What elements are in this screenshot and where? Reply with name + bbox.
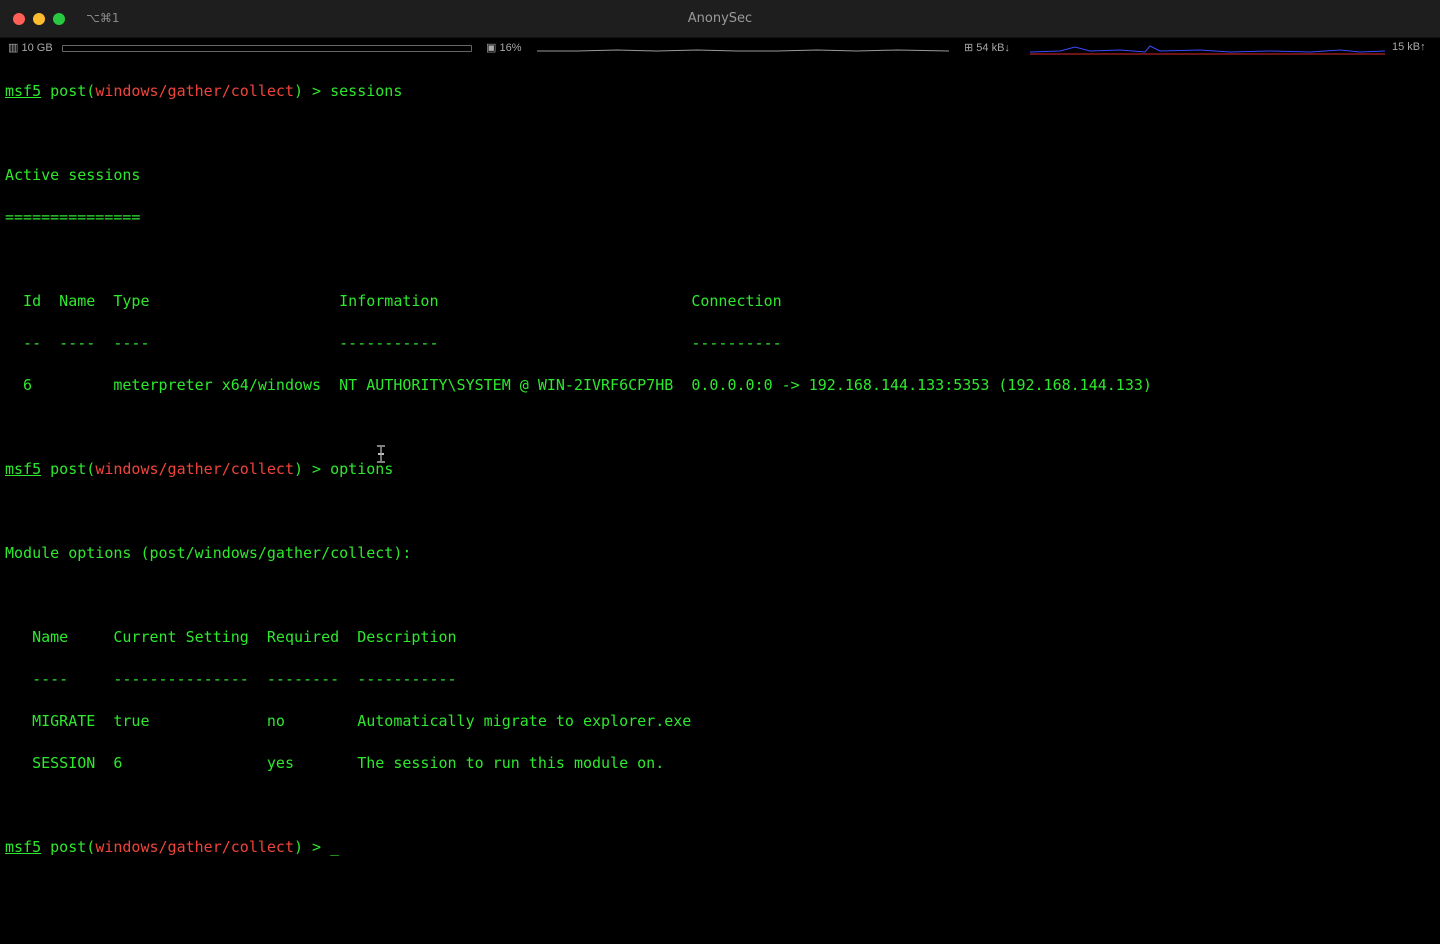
network-icon: ⊞ bbox=[964, 42, 974, 54]
network-sparkline bbox=[1030, 45, 1385, 55]
window-title: AnonySec bbox=[687, 11, 753, 26]
table-row: SESSION 6 yes The session to run this mo… bbox=[5, 754, 665, 772]
text-cursor: _ bbox=[330, 838, 340, 856]
prompt-close: ) > bbox=[294, 460, 331, 478]
options-table-header: Name Current Setting Required Descriptio… bbox=[5, 628, 457, 646]
prompt-post: post( bbox=[41, 838, 96, 856]
module-options-title: Module options (post/windows/gather/coll… bbox=[5, 544, 412, 562]
title-bar: ⌥⌘1 AnonySec bbox=[0, 0, 1440, 38]
ibeam-cursor-icon bbox=[377, 445, 385, 463]
cpu-value: 16% bbox=[499, 42, 522, 54]
table-row: 6 meterpreter x64/windows NT AUTHORITY\S… bbox=[5, 376, 1152, 394]
terminal-output[interactable]: msf5 post(windows/gather/collect) > sess… bbox=[5, 60, 1152, 879]
prompt-post: post( bbox=[41, 82, 96, 100]
prompt-msf: msf5 bbox=[5, 460, 42, 478]
active-sessions-rule: =============== bbox=[5, 208, 141, 226]
prompt-module: windows/gather/collect bbox=[95, 82, 294, 100]
memory-value: 10 GB bbox=[21, 42, 53, 54]
active-prompt-line[interactable]: msf5 post(windows/gather/collect) > _ bbox=[5, 837, 1152, 858]
options-table-divider: ---- --------------- -------- ----------… bbox=[5, 670, 457, 688]
sessions-table-header: Id Name Type Information Connection bbox=[5, 292, 782, 310]
prompt-module: windows/gather/collect bbox=[95, 838, 294, 856]
command-sessions: sessions bbox=[330, 82, 403, 100]
prompt-close: ) > bbox=[294, 838, 331, 856]
memory-status: ▥ 10 GB bbox=[8, 41, 53, 54]
sessions-table-divider: -- ---- ---- ----------- ---------- bbox=[5, 334, 782, 352]
prompt-line: msf5 post(windows/gather/collect) > opti… bbox=[5, 459, 1152, 480]
prompt-msf: msf5 bbox=[5, 838, 42, 856]
prompt-msf: msf5 bbox=[5, 82, 42, 100]
prompt-module: windows/gather/collect bbox=[95, 460, 294, 478]
prompt-close: ) > bbox=[294, 82, 331, 100]
prompt-line: msf5 post(windows/gather/collect) > sess… bbox=[5, 81, 1152, 102]
network-status: ⊞ 54 kB↓ bbox=[964, 41, 1010, 54]
table-row: MIGRATE true no Automatically migrate to… bbox=[5, 712, 692, 730]
cpu-status: ▣ 16% bbox=[486, 41, 522, 54]
network-up-value: 15 kB↑ bbox=[1392, 41, 1426, 53]
cpu-sparkline bbox=[537, 49, 949, 52]
memory-bar bbox=[62, 45, 472, 52]
cpu-icon: ▣ bbox=[486, 42, 497, 54]
active-sessions-title: Active sessions bbox=[5, 166, 141, 184]
status-bar: ▥ 10 GB ▣ 16% ⊞ 54 kB↓ 15 kB↑ bbox=[0, 38, 1440, 58]
network-down-value: 54 kB↓ bbox=[976, 42, 1010, 54]
prompt-post: post( bbox=[41, 460, 96, 478]
memory-icon: ▥ bbox=[8, 42, 19, 54]
